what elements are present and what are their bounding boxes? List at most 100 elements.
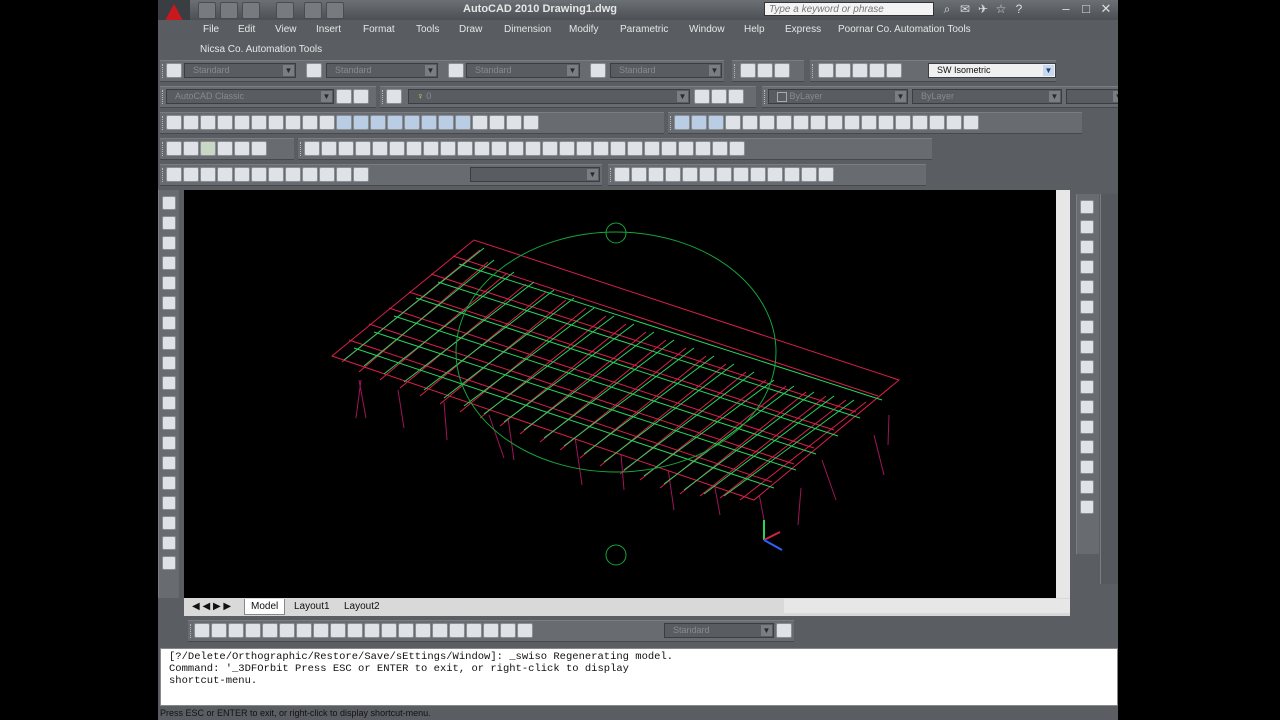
workspace-settings-icon[interactable]: [336, 89, 352, 104]
jogged-linear-icon[interactable]: [466, 623, 482, 638]
menu-tools[interactable]: Tools: [416, 24, 439, 35]
vertical-scrollbar[interactable]: [1056, 190, 1070, 600]
jogged-icon[interactable]: [279, 623, 295, 638]
layer-combo[interactable]: ♀ 0 ▼: [408, 89, 690, 104]
taper-faces-icon[interactable]: [810, 115, 826, 130]
3d-print-icon[interactable]: [406, 141, 422, 156]
make-current-layer-icon[interactable]: [694, 89, 710, 104]
cylinder-icon[interactable]: [251, 115, 267, 130]
menu-poornar-tools[interactable]: Poornar Co. Automation Tools: [838, 24, 971, 35]
x-ray-icon[interactable]: [319, 167, 335, 182]
chevron-down-icon[interactable]: ▼: [709, 65, 720, 76]
workspace-combo[interactable]: AutoCAD Classic ▼: [166, 89, 334, 104]
command-window[interactable]: [?/Delete/Orthographic/Restore/Save/sEtt…: [160, 648, 1118, 706]
mleader-style-icon[interactable]: [590, 63, 606, 78]
aligned-dimension-icon[interactable]: [211, 623, 227, 638]
y-ucs-icon[interactable]: [784, 167, 800, 182]
close-button[interactable]: ✕: [1096, 0, 1116, 18]
subtract-icon[interactable]: [691, 115, 707, 130]
z-ucs-icon[interactable]: [801, 167, 817, 182]
layer-states-icon[interactable]: [728, 89, 744, 104]
menu-window[interactable]: Window: [689, 24, 725, 35]
face-ucs-icon[interactable]: [665, 167, 681, 182]
torus-icon[interactable]: [268, 115, 284, 130]
circle-icon[interactable]: [162, 316, 176, 330]
chevron-down-icon[interactable]: ▼: [761, 625, 772, 636]
chevron-down-icon[interactable]: ▼: [587, 169, 598, 180]
workspace-save-icon[interactable]: [353, 89, 369, 104]
space-truss-model[interactable]: [184, 190, 1056, 598]
new-icon[interactable]: [304, 141, 320, 156]
menu-express[interactable]: Express: [785, 24, 821, 35]
undo-icon[interactable]: [508, 141, 524, 156]
tab-layout1[interactable]: Layout1: [288, 599, 336, 614]
check-icon[interactable]: [963, 115, 979, 130]
save-icon[interactable]: [338, 141, 354, 156]
communication-icon[interactable]: ✈: [976, 2, 990, 16]
trim-icon[interactable]: [1080, 380, 1094, 394]
dimension-style-combo[interactable]: Standard ▼: [664, 623, 774, 638]
ellipse-icon[interactable]: [162, 376, 176, 390]
subtract-icon[interactable]: [438, 115, 454, 130]
search-input[interactable]: Type a keyword or phrase: [764, 2, 934, 16]
ucs-icon[interactable]: [166, 167, 182, 182]
helix-icon[interactable]: [302, 115, 318, 130]
insert-block-icon[interactable]: [162, 416, 176, 430]
tab-model[interactable]: Model: [244, 599, 286, 615]
redo-icon[interactable]: [525, 141, 541, 156]
chevron-down-icon[interactable]: ▼: [677, 91, 688, 102]
view-combo[interactable]: SW Isometric ▼: [928, 63, 1056, 78]
adjust-distance-icon[interactable]: [217, 141, 233, 156]
diameter-icon[interactable]: [296, 623, 312, 638]
color-combo[interactable]: ByLayer ▼: [768, 89, 908, 104]
chevron-down-icon[interactable]: ▼: [1043, 65, 1054, 76]
shell-icon[interactable]: [946, 115, 962, 130]
baseline-icon[interactable]: [347, 623, 363, 638]
revision-cloud-icon[interactable]: [162, 336, 176, 350]
3d-hidden-icon[interactable]: [217, 167, 233, 182]
rotate-faces-icon[interactable]: [793, 115, 809, 130]
dimension-break-icon[interactable]: [398, 623, 414, 638]
chevron-down-icon[interactable]: ▼: [425, 65, 436, 76]
break-icon[interactable]: [1080, 420, 1094, 434]
intersect-icon[interactable]: [455, 115, 471, 130]
offset-faces-icon[interactable]: [759, 115, 775, 130]
drawing-viewport[interactable]: [184, 190, 1056, 598]
dimension-text-edit-icon[interactable]: [500, 623, 516, 638]
mirror-icon[interactable]: [1080, 240, 1094, 254]
pan-icon[interactable]: [542, 141, 558, 156]
presspull-icon[interactable]: [353, 115, 369, 130]
toolbar-grip[interactable]: [734, 64, 738, 78]
zoom-window-icon[interactable]: [852, 63, 868, 78]
loft-icon[interactable]: [404, 115, 420, 130]
menu-draw[interactable]: Draw: [459, 24, 482, 35]
horizontal-scrollbar[interactable]: [784, 599, 1070, 613]
apply-ucs-icon[interactable]: [818, 167, 834, 182]
intersect-icon[interactable]: [708, 115, 724, 130]
angular-icon[interactable]: [313, 623, 329, 638]
copy-faces-icon[interactable]: [827, 115, 843, 130]
properties-icon[interactable]: [610, 141, 626, 156]
lineweight-combo[interactable]: ▼: [1066, 89, 1118, 104]
color-faces-icon[interactable]: [844, 115, 860, 130]
point-icon[interactable]: [162, 456, 176, 470]
3d-align-icon[interactable]: [506, 115, 522, 130]
menu-parametric[interactable]: Parametric: [620, 24, 668, 35]
object-ucs-icon[interactable]: [682, 167, 698, 182]
workspace-dropdown-icon[interactable]: [326, 2, 344, 19]
arc-icon[interactable]: [162, 296, 176, 310]
menu-modify[interactable]: Modify: [569, 24, 598, 35]
stretch-icon[interactable]: [1080, 360, 1094, 374]
extend-icon[interactable]: [1080, 400, 1094, 414]
3d-array-icon[interactable]: [523, 115, 539, 130]
sweep-icon[interactable]: [370, 115, 386, 130]
cut-icon[interactable]: [423, 141, 439, 156]
explode-icon[interactable]: [1080, 500, 1094, 514]
polyline-icon[interactable]: [162, 236, 176, 250]
ellipse-arc-icon[interactable]: [162, 396, 176, 410]
menu-insert[interactable]: Insert: [316, 24, 341, 35]
view-ucs-icon[interactable]: [699, 167, 715, 182]
toolbar-grip[interactable]: [812, 64, 816, 78]
chevron-down-icon[interactable]: ▼: [567, 65, 578, 76]
rectangle-icon[interactable]: [162, 276, 176, 290]
